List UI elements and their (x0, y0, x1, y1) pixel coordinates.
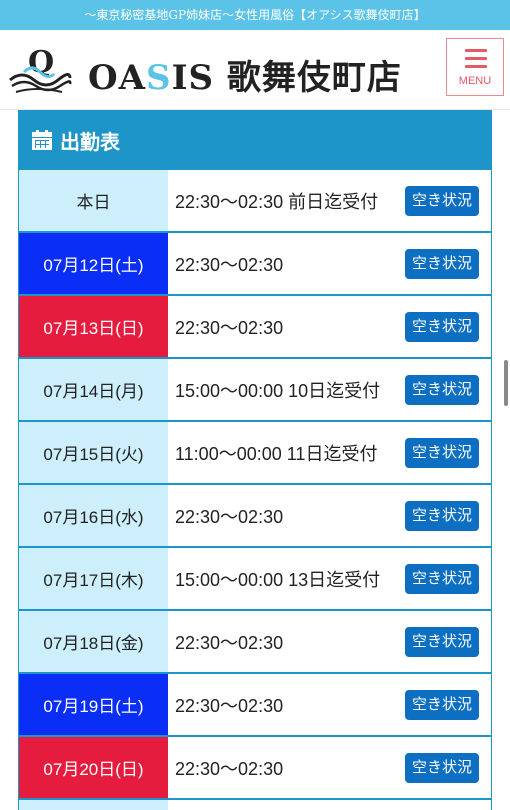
schedule-row: 07月13日(日) 22:30〜02:30 空き状況 (19, 296, 491, 359)
availability-button[interactable]: 空き状況 (404, 752, 479, 783)
schedule-time-partial (168, 800, 491, 810)
schedule-date-partial (19, 800, 168, 810)
schedule-row: 07月15日(火) 11:00〜00:00 11日迄受付 空き状況 (19, 422, 491, 485)
schedule-row: 07月19日(土) 22:30〜02:30 空き状況 (19, 674, 491, 737)
logo-text-post: IS 歌舞伎町店 (171, 58, 402, 98)
schedule-time-cell: 22:30〜02:30 空き状況 (168, 485, 491, 546)
scrollbar[interactable] (504, 360, 508, 406)
schedule-title: 出勤表 (60, 129, 120, 154)
site-logo[interactable]: Q OASIS 歌舞伎町店 (6, 38, 436, 102)
availability-button[interactable]: 空き状況 (404, 185, 479, 216)
schedule-time-cell: 11:00〜00:00 11日迄受付 空き状況 (168, 422, 491, 483)
schedule-row-partial (19, 800, 491, 810)
availability-button[interactable]: 空き状況 (404, 248, 479, 279)
schedule-time: 22:30〜02:30 (175, 632, 284, 653)
availability-button[interactable]: 空き状況 (404, 311, 479, 342)
schedule-row: 07月16日(水) 22:30〜02:30 空き状況 (19, 485, 491, 548)
schedule-date: 本日 (19, 170, 168, 231)
schedule-time-cell: 15:00〜00:00 10日迄受付 空き状況 (168, 359, 491, 420)
schedule-time: 11:00〜00:00 11日迄受付 (175, 443, 378, 464)
schedule-date: 07月16日(水) (19, 485, 168, 546)
schedule-row: 07月17日(木) 15:00〜00:00 13日迄受付 空き状況 (19, 548, 491, 611)
menu-label: MENU (458, 75, 492, 87)
schedule-row: 07月20日(日) 22:30〜02:30 空き状況 (19, 737, 491, 800)
schedule-time: 22:30〜02:30 (175, 254, 284, 275)
availability-button[interactable]: 空き状況 (404, 689, 479, 720)
top-banner: 〜東京秘密基地GP姉妹店〜女性用風俗【オアシス歌舞伎町店】 (0, 0, 510, 30)
schedule-row: 07月12日(土) 22:30〜02:30 空き状況 (19, 233, 491, 296)
schedule-time-cell: 22:30〜02:30 空き状況 (168, 611, 491, 672)
schedule-date: 07月13日(日) (19, 296, 168, 357)
schedule-time: 22:30〜02:30 (175, 758, 284, 779)
schedule-time-cell: 22:30〜02:30 空き状況 (168, 737, 491, 798)
schedule-list: 本日 22:30〜02:30 前日迄受付 空き状況 07月12日(土) 22:30〜02… (18, 170, 492, 810)
schedule-time-cell: 22:30〜02:30 空き状況 (168, 233, 491, 294)
schedule-header: 出勤表 (18, 110, 492, 170)
schedule-row: 本日 22:30〜02:30 前日迄受付 空き状況 (19, 170, 491, 233)
logo-text: OASIS 歌舞伎町店 (88, 50, 402, 99)
schedule-time: 22:30〜02:30 前日迄受付 (175, 191, 379, 212)
schedule-time-cell: 15:00〜00:00 13日迄受付 空き状況 (168, 548, 491, 609)
schedule-date: 07月18日(金) (19, 611, 168, 672)
availability-button[interactable]: 空き状況 (404, 500, 479, 531)
schedule-row: 07月14日(月) 15:00〜00:00 10日迄受付 空き状況 (19, 359, 491, 422)
schedule-card: 出勤表 本日 22:30〜02:30 前日迄受付 空き状況 07月12日(土) 22:3… (18, 110, 492, 810)
schedule-time-cell: 22:30〜02:30 空き状況 (168, 296, 491, 357)
schedule-date: 07月17日(木) (19, 548, 168, 609)
schedule-time: 15:00〜00:00 10日迄受付 (175, 380, 381, 401)
top-banner-text: 〜東京秘密基地GP姉妹店〜女性用風俗【オアシス歌舞伎町店】 (84, 8, 426, 22)
schedule-row: 07月18日(金) 22:30〜02:30 空き状況 (19, 611, 491, 674)
availability-button[interactable]: 空き状況 (404, 563, 479, 594)
schedule-time: 22:30〜02:30 (175, 317, 284, 338)
schedule-date: 07月20日(日) (19, 737, 168, 798)
schedule-date: 07月19日(土) (19, 674, 168, 735)
logo-text-pre: OA (88, 58, 146, 98)
availability-button[interactable]: 空き状況 (404, 374, 479, 405)
calendar-icon (32, 130, 52, 150)
schedule-time: 22:30〜02:30 (175, 695, 284, 716)
schedule-time-cell: 22:30〜02:30 前日迄受付 空き状況 (168, 170, 491, 231)
menu-button[interactable]: MENU (446, 38, 504, 96)
site-header: Q OASIS 歌舞伎町店 MENU (0, 30, 510, 110)
hamburger-icon (465, 49, 487, 73)
logo-text-accent: S (146, 58, 172, 98)
schedule-time-cell: 22:30〜02:30 空き状況 (168, 674, 491, 735)
availability-button[interactable]: 空き状況 (404, 437, 479, 468)
schedule-date: 07月15日(火) (19, 422, 168, 483)
schedule-time: 15:00〜00:00 13日迄受付 (175, 569, 381, 590)
schedule-date: 07月12日(土) (19, 233, 168, 294)
schedule-time: 22:30〜02:30 (175, 506, 284, 527)
schedule-date: 07月14日(月) (19, 359, 168, 420)
availability-button[interactable]: 空き状況 (404, 626, 479, 657)
logo-wave-icon: Q (9, 45, 72, 93)
